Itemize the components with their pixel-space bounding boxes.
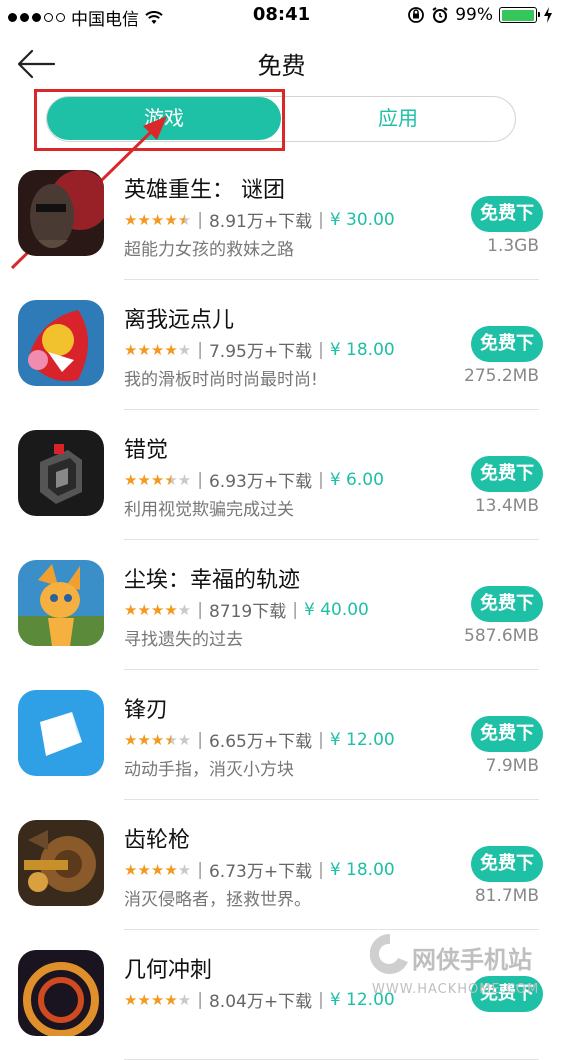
download-count: 6.65万+下载 (208, 732, 313, 752)
tab-games[interactable]: 游戏 (47, 97, 281, 140)
download-count: 8.91万+下载 (208, 212, 313, 232)
app-description: 寻找遗失的过去 (124, 630, 243, 650)
app-meta: ★★★★★ | 7.95万+下载 | ¥ 18.00 (124, 337, 395, 363)
download-count: 6.93万+下载 (208, 472, 313, 492)
meta-separator: | (292, 599, 298, 620)
rating-stars: ★★★★★ (124, 600, 192, 619)
app-meta: ★★★★★ | 8.04万+下载 | ¥ 12.00 (124, 987, 395, 1013)
app-list-item[interactable]: 尘埃：幸福的轨迹 ★★★★★ | 8719下载 | ¥ 40.00 寻找遗失的过去 免费下 58… (0, 540, 563, 670)
free-download-button[interactable]: 免费下 (471, 716, 543, 752)
alarm-icon (432, 7, 448, 23)
app-meta: ★★★★★ | 8.91万+下载 | ¥ 30.00 (124, 207, 395, 233)
rating-stars: ★★★★★ (124, 210, 192, 229)
app-icon[interactable] (18, 950, 104, 1036)
free-download-button[interactable]: 免费下 (471, 326, 543, 362)
app-list-item[interactable]: 锋刃 ★★★★★ | 6.65万+下载 | ¥ 12.00 动动手指，消灭小方块 免费下 7.9… (0, 670, 563, 800)
status-bar: 中国电信 08:41 99% (0, 0, 563, 32)
original-price: ¥ 40.00 (303, 599, 369, 620)
original-price: ¥ 18.00 (329, 339, 395, 360)
app-icon[interactable] (18, 690, 104, 776)
app-size: 275.2MB (464, 366, 539, 386)
battery-fill (501, 9, 535, 21)
app-size: 1.3GB (487, 236, 539, 256)
app-description: 我的滑板时尚时尚最时尚! (124, 370, 318, 390)
app-size: 587.6MB (464, 626, 539, 646)
app-meta: ★★★★★ | 6.65万+下载 | ¥ 12.00 (124, 727, 395, 753)
app-name: 齿轮枪 (124, 828, 191, 853)
rating-stars: ★★★★★ (124, 860, 192, 879)
battery-percent: 99% (455, 5, 493, 25)
app-list: 英雄重生： 谜团 ★★★★★ | 8.91万+下载 | ¥ 30.00 超能力女孩的救妹之路… (0, 150, 563, 1060)
meta-separator: | (197, 599, 203, 620)
rating-stars: ★★★★★ (124, 990, 192, 1009)
meta-separator: | (318, 339, 324, 360)
app-size: 81.7MB (474, 886, 539, 906)
app-list-item[interactable]: 离我远点儿 ★★★★★ | 7.95万+下载 | ¥ 18.00 我的滑板时尚时尚最时尚! 免… (0, 280, 563, 410)
app-description: 消灭侵略者，拯救世界。 (124, 890, 311, 910)
free-download-button[interactable]: 免费下 (471, 976, 543, 1012)
app-name: 锋刃 (124, 698, 169, 723)
meta-separator: | (197, 989, 203, 1010)
app-list-item[interactable]: 几何冲刺 ★★★★★ | 8.04万+下载 | ¥ 12.00 免费下 (0, 930, 563, 1060)
meta-separator: | (318, 859, 324, 880)
app-description: 动动手指，消灭小方块 (124, 760, 294, 780)
meta-separator: | (197, 729, 203, 750)
meta-separator: | (197, 469, 203, 490)
tab-apps[interactable]: 应用 (281, 97, 515, 140)
app-name: 英雄重生： 谜团 (124, 178, 285, 203)
charging-bolt-icon (544, 7, 552, 23)
app-meta: ★★★★★ | 6.73万+下载 | ¥ 18.00 (124, 857, 395, 883)
original-price: ¥ 6.00 (329, 469, 384, 490)
meta-separator: | (197, 339, 203, 360)
free-download-button[interactable]: 免费下 (471, 586, 543, 622)
app-name: 几何冲刺 (124, 958, 213, 983)
app-list-item[interactable]: 齿轮枪 ★★★★★ | 6.73万+下载 | ¥ 18.00 消灭侵略者，拯救世界。 免费下 8… (0, 800, 563, 930)
free-download-button[interactable]: 免费下 (471, 196, 543, 232)
nav-bar: 免费 (0, 32, 563, 92)
app-meta: ★★★★★ | 8719下载 | ¥ 40.00 (124, 597, 369, 623)
app-name: 尘埃：幸福的轨迹 (124, 568, 301, 593)
app-icon[interactable] (18, 170, 104, 256)
segment-tabs: 游戏 应用 (46, 96, 516, 142)
meta-separator: | (318, 469, 324, 490)
meta-separator: | (197, 859, 203, 880)
original-price: ¥ 12.00 (329, 989, 395, 1010)
app-description: 超能力女孩的救妹之路 (124, 240, 294, 260)
free-download-button[interactable]: 免费下 (471, 456, 543, 492)
app-size: 13.4MB (474, 496, 539, 516)
app-meta: ★★★★★ | 6.93万+下载 | ¥ 6.00 (124, 467, 384, 493)
page-title: 免费 (257, 52, 306, 80)
download-count: 6.73万+下载 (208, 862, 313, 882)
original-price: ¥ 30.00 (329, 209, 395, 230)
original-price: ¥ 18.00 (329, 859, 395, 880)
meta-separator: | (318, 729, 324, 750)
app-list-item[interactable]: 英雄重生： 谜团 ★★★★★ | 8.91万+下载 | ¥ 30.00 超能力女孩的救妹之路… (0, 150, 563, 280)
rating-stars: ★★★★★ (124, 340, 192, 359)
download-count: 8.04万+下载 (208, 992, 313, 1012)
app-icon[interactable] (18, 560, 104, 646)
meta-separator: | (197, 209, 203, 230)
app-name: 错觉 (124, 438, 169, 463)
app-size: 7.9MB (485, 756, 539, 776)
app-icon[interactable] (18, 430, 104, 516)
meta-separator: | (318, 989, 324, 1010)
rating-stars: ★★★★★ (124, 470, 192, 489)
meta-separator: | (318, 209, 324, 230)
app-icon[interactable] (18, 820, 104, 906)
app-list-item[interactable]: 错觉 ★★★★★ | 6.93万+下载 | ¥ 6.00 利用视觉欺骗完成过关 免费下 13.4… (0, 410, 563, 540)
download-count: 7.95万+下载 (208, 342, 313, 362)
app-name: 离我远点儿 (124, 308, 235, 333)
rotation-lock-icon (408, 7, 425, 23)
status-right: 99% (407, 5, 553, 25)
free-download-button[interactable]: 免费下 (471, 846, 543, 882)
original-price: ¥ 12.00 (329, 729, 395, 750)
app-icon[interactable] (18, 300, 104, 386)
download-count: 8719下载 (208, 602, 287, 622)
rating-stars: ★★★★★ (124, 730, 192, 749)
battery-icon (499, 7, 540, 23)
app-description: 利用视觉欺骗完成过关 (124, 500, 294, 520)
